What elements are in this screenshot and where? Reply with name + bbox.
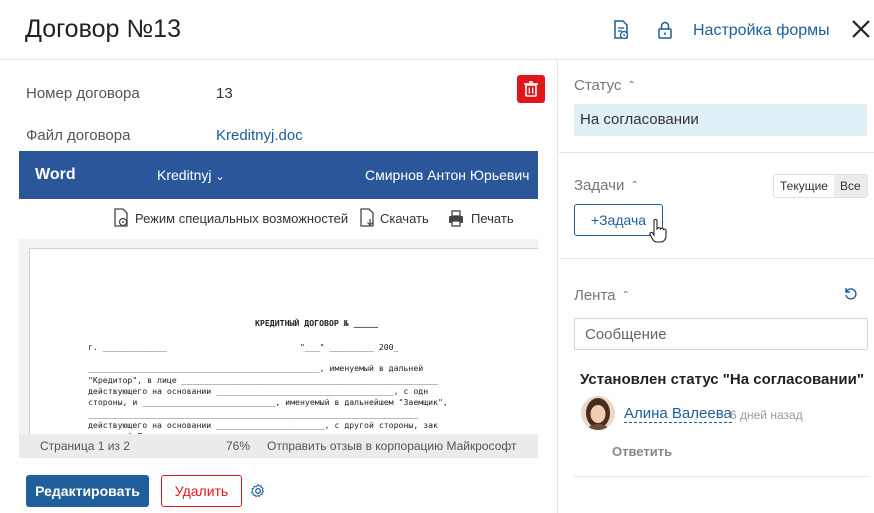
feed-section-title: Лента (574, 287, 616, 304)
chevron-up-icon: ⌃ (630, 180, 639, 191)
user-avatar-image (581, 396, 615, 430)
contract-number-label: Номер договора (26, 85, 140, 102)
feedback-link[interactable]: Отправить отзыв в корпорацию Майкрософт (267, 439, 516, 453)
word-user-name: Смирнов Антон Юрьевич (365, 167, 530, 183)
sidebar: Статус ⌃ На согласовании Задачи ⌃ Текущие … (559, 60, 874, 513)
message-input[interactable] (574, 318, 868, 350)
hand-cursor-icon (649, 219, 667, 243)
document-heading: КРЕДИТНЫЙ ДОГОВОР № _____ (255, 318, 379, 328)
close-icon[interactable] (850, 18, 872, 40)
delete-button[interactable]: Удалить (161, 475, 242, 507)
divider (559, 152, 874, 153)
print-button[interactable]: Печать (471, 211, 514, 226)
download-button[interactable]: Скачать (380, 211, 429, 226)
contract-file-link[interactable]: Kreditnyj.doc (216, 127, 303, 144)
accessibility-mode-button[interactable]: Режим специальных возможностей (135, 211, 348, 226)
status-section-title: Статус (574, 77, 622, 94)
divider (559, 258, 874, 259)
avatar[interactable] (581, 396, 615, 430)
page-title: Договор №13 (25, 15, 181, 43)
accessibility-mode-icon (114, 208, 128, 227)
word-viewer: Word Kreditnyj ⌄ Смирнов Антон Юрьевич Р… (19, 151, 538, 458)
gear-icon[interactable] (250, 483, 266, 499)
feed-author-link[interactable]: Алина Валеева (624, 406, 732, 423)
lock-icon[interactable] (656, 20, 674, 40)
main-panel: Номер договора 13 Файл договора Kreditny… (0, 60, 558, 513)
refresh-icon[interactable] (843, 286, 859, 302)
word-file-name: Kreditnyj (157, 167, 212, 183)
delete-file-button[interactable] (517, 75, 545, 103)
word-file-menu[interactable]: Kreditnyj ⌄ (157, 167, 225, 183)
chevron-up-icon: ⌃ (627, 80, 636, 91)
tab-all[interactable]: Все (833, 175, 867, 197)
feed-item-text: Установлен статус "На согласовании" (580, 371, 864, 388)
trash-icon (524, 81, 538, 97)
word-status-bar: Страница 1 из 2 76% Отправить отзыв в ко… (19, 434, 538, 458)
chevron-down-icon: ⌄ (215, 171, 225, 183)
page-indicator: Страница 1 из 2 (40, 439, 130, 453)
feed-section-toggle[interactable]: Лента ⌃ (574, 287, 630, 304)
chevron-up-icon: ⌃ (621, 290, 630, 301)
status-section-toggle[interactable]: Статус ⌃ (574, 77, 636, 94)
document-line: ________________________________________… (88, 409, 419, 419)
download-icon (360, 208, 374, 227)
feed-timestamp: 6 дней назад (730, 408, 803, 422)
form-settings-link[interactable]: Настройка формы (693, 22, 830, 40)
document-line: г. _____________ "___" _________ 200_ (88, 342, 399, 352)
tasks-filter-tabs: Текущие Все (773, 174, 868, 198)
document-line: "Кредитор", в лице _____________________… (88, 375, 438, 385)
document-line: стороны, и ___________________________, … (88, 397, 448, 407)
divider (574, 476, 868, 477)
word-toolbar: Word Kreditnyj ⌄ Смирнов Антон Юрьевич (19, 151, 538, 199)
contract-number-value: 13 (216, 85, 233, 102)
page-header: Договор №13 Настройка формы (0, 0, 874, 60)
document-history-icon[interactable] (612, 20, 630, 40)
document-line: ________________________________________… (88, 363, 424, 373)
zoom-level[interactable]: 76% (226, 439, 250, 453)
reply-button[interactable]: Ответить (612, 444, 672, 459)
tasks-section-toggle[interactable]: Задачи ⌃ (574, 177, 639, 194)
word-app-name: Word (35, 166, 76, 183)
contract-file-label: Файл договора (26, 127, 131, 144)
tasks-section-title: Задачи (574, 177, 625, 194)
print-icon (449, 210, 463, 227)
status-value: На согласовании (574, 104, 867, 136)
document-line: действующего на основании ______________… (88, 386, 429, 396)
document-page: КРЕДИТНЫЙ ДОГОВОР № _____ г. ___________… (29, 248, 538, 448)
document-line: действующего на основании ______________… (88, 420, 438, 430)
edit-button[interactable]: Редактировать (26, 475, 149, 507)
tab-current[interactable]: Текущие (774, 175, 834, 197)
word-actions-bar: Режим специальных возможностей Скачать П… (19, 199, 538, 239)
